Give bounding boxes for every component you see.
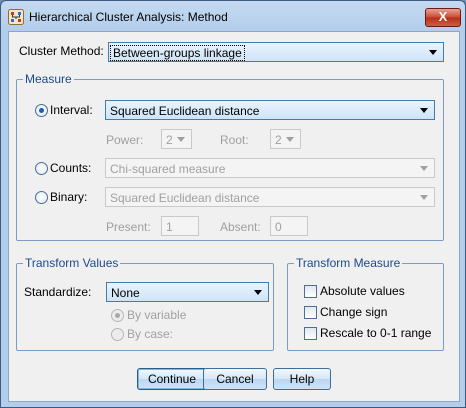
binary-radio[interactable] <box>35 191 48 204</box>
absolute-values-checkbox[interactable] <box>304 285 317 298</box>
interval-label: Interval: <box>50 103 93 117</box>
absent-label: Absent: <box>220 220 261 234</box>
by-variable-radio[interactable] <box>111 309 124 322</box>
absent-value: 0 <box>275 220 282 234</box>
transform-measure-legend: Transform Measure <box>294 256 403 270</box>
transform-values-legend: Transform Values <box>23 256 121 270</box>
by-variable-label: By variable <box>127 308 187 322</box>
window-title: Hierarchical Cluster Analysis: Method <box>29 10 228 24</box>
counts-measure-dropdown[interactable]: Chi-squared measure <box>105 158 435 178</box>
binary-measure-value: Squared Euclidean distance <box>110 191 260 205</box>
continue-button[interactable]: Continue <box>137 368 207 390</box>
chevron-down-icon <box>254 290 262 295</box>
help-button[interactable]: Help <box>273 368 331 390</box>
counts-radio[interactable] <box>35 162 48 175</box>
root-dropdown[interactable]: 2 <box>270 129 301 149</box>
cluster-method-label: Cluster Method: <box>19 44 104 58</box>
power-value: 2 <box>166 133 173 147</box>
power-label: Power: <box>106 133 144 147</box>
interval-measure-dropdown[interactable]: Squared Euclidean distance <box>105 100 435 120</box>
standardize-dropdown[interactable]: None <box>106 282 269 302</box>
present-field[interactable]: 1 <box>161 216 199 236</box>
present-value: 1 <box>166 220 173 234</box>
counts-measure-value: Chi-squared measure <box>110 162 226 176</box>
chevron-down-icon <box>420 108 428 113</box>
standardize-label: Standardize: <box>24 285 92 299</box>
chevron-down-icon <box>420 166 428 171</box>
by-case-label: By case: <box>127 327 174 341</box>
by-case-radio[interactable] <box>111 328 124 341</box>
binary-label: Binary: <box>50 190 88 204</box>
interval-measure-value: Squared Euclidean distance <box>110 104 260 118</box>
close-button[interactable]: X <box>425 8 461 27</box>
measure-legend: Measure <box>23 72 74 86</box>
power-dropdown[interactable]: 2 <box>161 129 192 149</box>
counts-label: Counts: <box>50 161 92 175</box>
cluster-method-value: Between-groups linkage <box>110 45 245 61</box>
cancel-button[interactable]: Cancel <box>203 368 267 390</box>
change-sign-checkbox[interactable] <box>304 306 317 319</box>
change-sign-label: Change sign <box>320 305 388 319</box>
root-label: Root: <box>220 133 249 147</box>
chevron-down-icon <box>177 137 185 142</box>
title-bar[interactable]: Hierarchical Cluster Analysis: Method X <box>1 1 465 31</box>
standardize-value: None <box>111 286 140 300</box>
binary-measure-dropdown[interactable]: Squared Euclidean distance <box>105 187 435 207</box>
absent-field[interactable]: 0 <box>270 216 308 236</box>
dialog-body: Cluster Method: Between-groups linkage M… <box>8 31 460 402</box>
chevron-down-icon <box>286 137 294 142</box>
rescale-checkbox[interactable] <box>304 327 317 340</box>
interval-radio[interactable] <box>35 104 48 117</box>
absolute-values-label: Absolute values <box>320 284 405 298</box>
root-value: 2 <box>275 133 282 147</box>
cluster-analysis-icon <box>8 9 24 25</box>
dialog-window: Hierarchical Cluster Analysis: Method X … <box>0 0 466 408</box>
rescale-label: Rescale to 0-1 range <box>320 326 432 340</box>
cluster-method-dropdown[interactable]: Between-groups linkage <box>108 42 444 62</box>
close-icon: X <box>438 9 448 24</box>
chevron-down-icon <box>429 50 437 55</box>
present-label: Present: <box>106 220 151 234</box>
chevron-down-icon <box>420 195 428 200</box>
